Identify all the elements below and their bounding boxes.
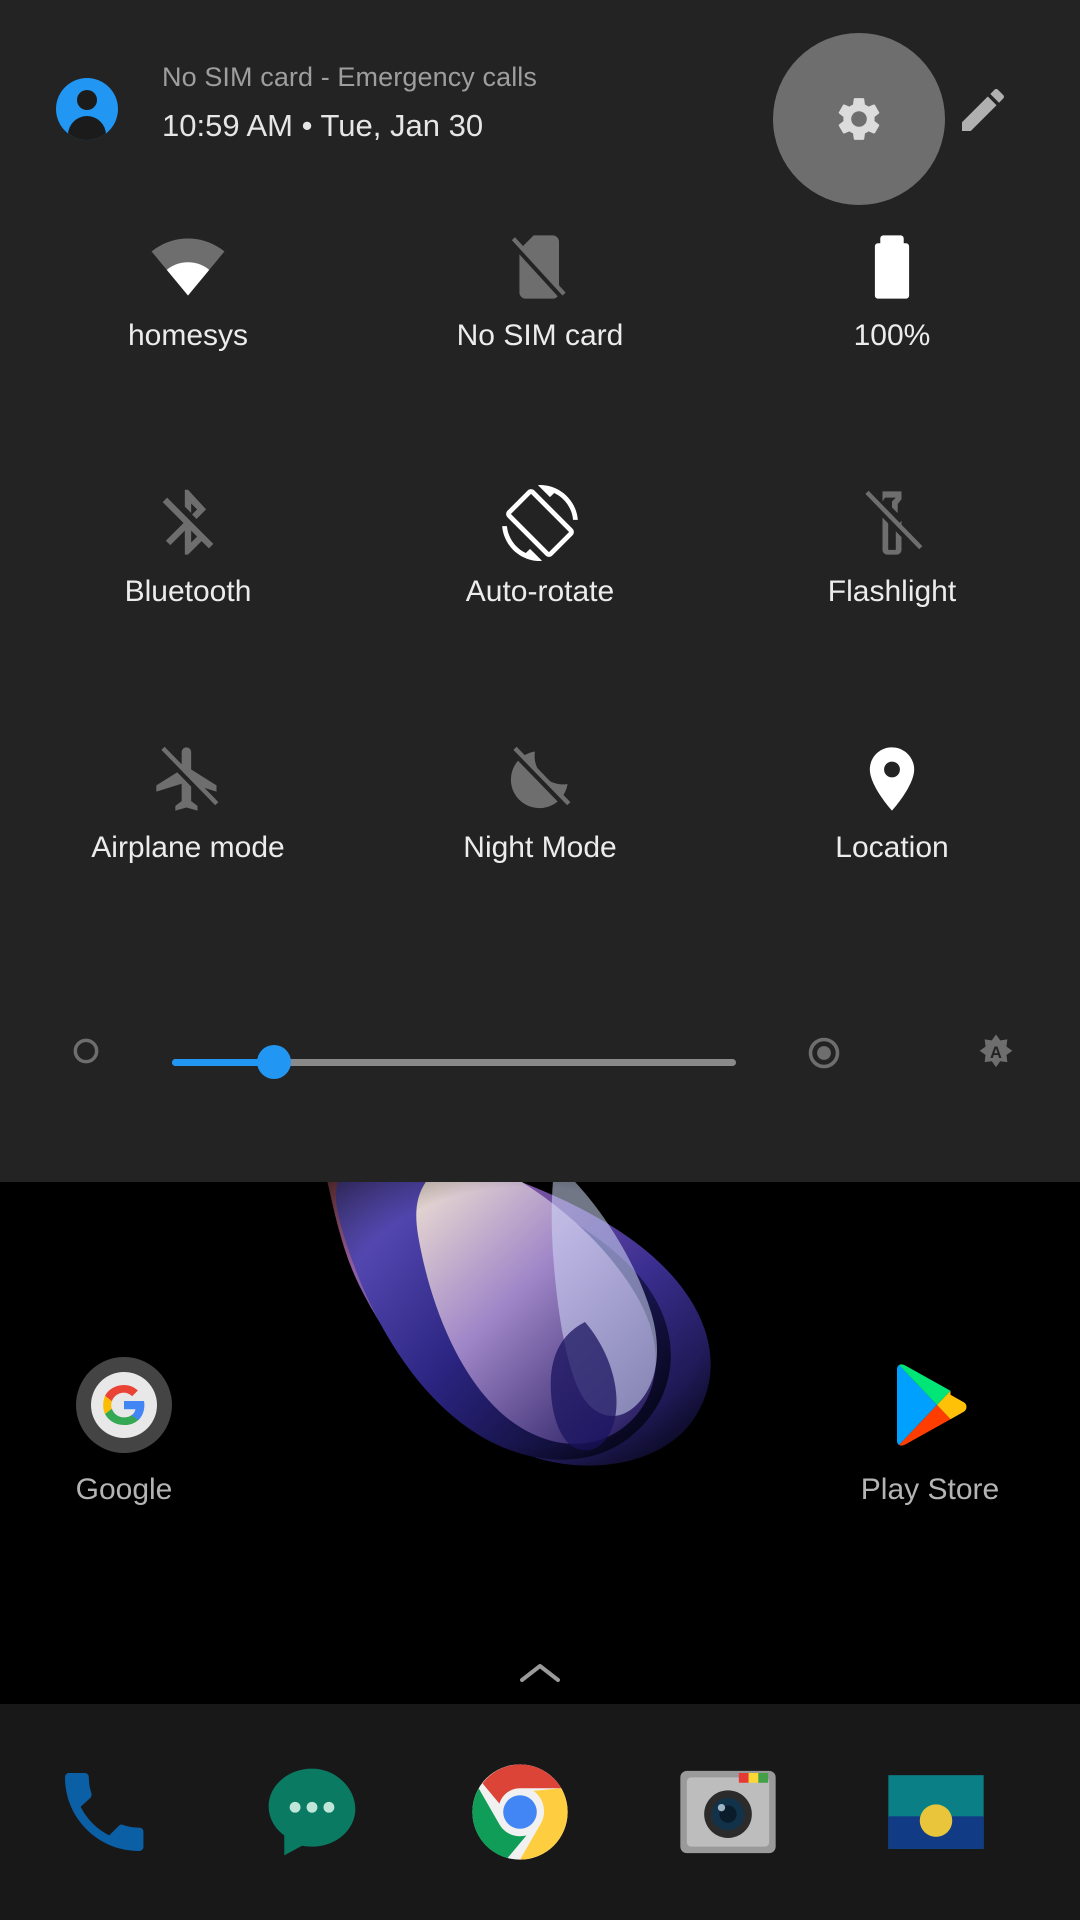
avatar-body xyxy=(68,116,106,140)
google-g-icon xyxy=(76,1357,172,1453)
settings-button[interactable] xyxy=(773,33,945,205)
tile-auto-rotate[interactable]: Auto-rotate xyxy=(360,471,720,717)
brightness-slider-row: A xyxy=(0,1005,1080,1095)
svg-text:A: A xyxy=(990,1044,1002,1062)
dock-icon-camera[interactable] xyxy=(676,1760,780,1864)
tile-wifi[interactable]: homesys xyxy=(8,215,368,461)
tile-night-mode[interactable]: Night Mode xyxy=(360,727,720,973)
app-dock xyxy=(0,1704,1080,1920)
tile-bluetooth[interactable]: Bluetooth xyxy=(8,471,368,717)
dock-icon-phone[interactable] xyxy=(52,1760,156,1864)
chevron-up-icon[interactable] xyxy=(518,1660,562,1686)
quick-settings-panel: No SIM card - Emergency calls 10:59 AM •… xyxy=(0,0,1080,1182)
tile-battery[interactable]: 100% xyxy=(712,215,1072,461)
brightness-slider[interactable] xyxy=(172,1045,736,1079)
flashlight-off-icon xyxy=(854,485,930,561)
dock-icon-chrome[interactable] xyxy=(468,1760,572,1864)
tile-label: Night Mode xyxy=(463,831,617,864)
photos-icon xyxy=(888,1775,984,1849)
dock-icon-messages[interactable] xyxy=(260,1760,364,1864)
tile-sim-card[interactable]: No SIM card xyxy=(360,215,720,461)
sim-card-off-icon xyxy=(502,229,578,305)
pencil-icon xyxy=(962,88,1005,131)
tile-label: Bluetooth xyxy=(124,575,252,608)
quick-settings-header: No SIM card - Emergency calls 10:59 AM •… xyxy=(0,0,1080,205)
battery-full-icon xyxy=(854,229,930,305)
brightness-high-icon[interactable] xyxy=(806,1035,842,1071)
tile-label: Location xyxy=(835,831,949,864)
clock-and-date-text: 10:59 AM • Tue, Jan 30 xyxy=(162,108,484,143)
brightness-auto-icon[interactable]: A xyxy=(974,1033,1018,1077)
night-mode-off-icon xyxy=(502,741,578,817)
camera-icon xyxy=(680,1770,776,1854)
home-screen: Google Play Store xyxy=(0,1182,1080,1920)
app-label: Play Store xyxy=(860,1473,1000,1506)
brightness-slider-thumb[interactable] xyxy=(256,1045,291,1079)
gear-icon xyxy=(838,98,880,140)
phone-icon xyxy=(65,1773,144,1851)
tile-airplane-mode[interactable]: Airplane mode xyxy=(8,727,368,973)
dock-icon-photos[interactable] xyxy=(884,1760,988,1864)
tile-label: Airplane mode xyxy=(91,831,285,864)
quick-settings-tile-grid: homesys No SIM card 100% Bluetooth Auto-… xyxy=(0,215,1080,955)
wifi-icon xyxy=(150,229,226,305)
tile-label: Flashlight xyxy=(827,575,957,608)
tile-location[interactable]: Location xyxy=(712,727,1072,973)
wallpaper-image xyxy=(327,1182,711,1466)
play-store-icon xyxy=(882,1357,978,1453)
brightness-low-icon[interactable] xyxy=(70,1035,102,1067)
airplane-off-icon xyxy=(150,741,226,817)
auto-rotate-icon xyxy=(502,485,578,561)
tile-label: Auto-rotate xyxy=(465,575,615,608)
chrome-icon xyxy=(472,1764,568,1860)
messages-icon xyxy=(268,1768,356,1856)
tile-label: homesys xyxy=(127,319,249,352)
edit-tiles-button[interactable] xyxy=(955,82,1011,138)
tile-label: No SIM card xyxy=(456,319,624,352)
app-label: Google xyxy=(75,1473,173,1506)
carrier-status-text: No SIM card - Emergency calls xyxy=(162,62,538,92)
location-pin-icon xyxy=(854,741,930,817)
bluetooth-off-icon xyxy=(150,485,226,561)
user-avatar-icon[interactable] xyxy=(56,78,118,140)
tile-flashlight[interactable]: Flashlight xyxy=(712,471,1072,717)
tile-label: 100% xyxy=(853,319,931,352)
avatar-head xyxy=(77,90,97,110)
